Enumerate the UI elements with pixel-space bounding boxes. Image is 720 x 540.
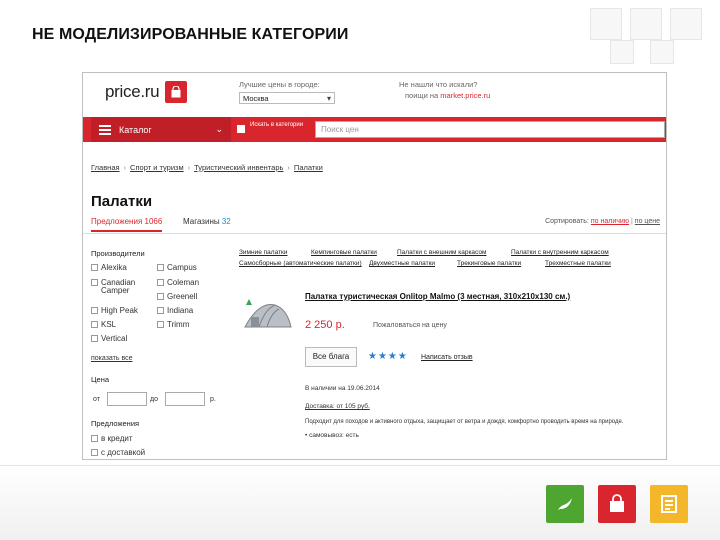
checkbox[interactable] xyxy=(157,293,164,300)
green-nav-button[interactable] xyxy=(546,485,584,523)
credit-filter[interactable]: в кредит xyxy=(91,435,133,443)
breadcrumb-item[interactable]: Главная xyxy=(91,163,120,172)
menu-icon xyxy=(99,123,111,137)
leaf-icon xyxy=(558,498,572,510)
breadcrumb-item[interactable]: Палатки xyxy=(294,163,323,172)
product-title-link[interactable]: Палатка туристическая Onlitop Malmo (3 м… xyxy=(305,292,570,301)
red-nav-button[interactable] xyxy=(598,485,636,523)
not-found-block: Не нашли что искали? поищи на market.pri… xyxy=(399,79,490,101)
show-all-brands-link[interactable]: показать все xyxy=(91,355,133,362)
checkbox[interactable] xyxy=(157,307,164,314)
pickup-info: • самовывоз: есть xyxy=(305,432,359,439)
rating-stars: ★★★★ xyxy=(368,351,408,362)
price-to-input[interactable] xyxy=(165,392,205,406)
city-block: Лучшие цены в городе: Москва xyxy=(239,79,335,104)
shopping-bag-icon xyxy=(165,81,188,103)
brand-filter[interactable]: Greenell xyxy=(157,293,197,301)
site-logo[interactable]: price.ru xyxy=(105,81,188,103)
category-link[interactable]: Двухместные палатки xyxy=(369,260,435,267)
brand-filter[interactable]: KSL xyxy=(91,321,116,329)
write-review-link[interactable]: Написать отзыв xyxy=(421,354,473,361)
sort-control: Сортировать: по наличию | по цене xyxy=(545,218,660,225)
website-screenshot: price.ru Лучшие цены в городе: Москва Не… xyxy=(82,72,667,460)
brand-filter[interactable]: High Peak xyxy=(91,307,138,315)
category-link[interactable]: Палатки с внешним каркасом xyxy=(397,249,486,256)
availability-text: В наличии на 19.06.2014 xyxy=(305,385,380,392)
category-link[interactable]: Палатки с внутренним каркасом xyxy=(511,249,609,256)
checkbox[interactable] xyxy=(91,264,98,271)
tab-shops[interactable]: Магазины 32 xyxy=(183,217,231,226)
search-input[interactable]: Поиск цен xyxy=(315,121,665,138)
category-link[interactable]: Кемпинговые палатки xyxy=(311,249,377,256)
checkbox[interactable] xyxy=(157,321,164,328)
checkbox[interactable] xyxy=(91,335,98,342)
price-from-input[interactable] xyxy=(107,392,147,406)
category-search-checkbox[interactable] xyxy=(237,125,245,133)
sort-label: Сортировать: xyxy=(545,218,589,225)
slide-title: НЕ МОДЕЛИЗИРОВАННЫЕ КАТЕГОРИИ xyxy=(32,26,349,43)
brand-filter[interactable]: Alexika xyxy=(91,264,127,272)
brand-filter[interactable]: Campus xyxy=(157,264,197,272)
checkbox[interactable] xyxy=(91,449,98,456)
document-icon xyxy=(661,495,677,513)
checkbox[interactable] xyxy=(91,435,98,442)
brand-filter[interactable]: Vertical xyxy=(91,335,127,343)
market-link[interactable]: market.price.ru xyxy=(440,91,490,100)
catalog-button[interactable]: Каталог ⌄ xyxy=(91,117,231,142)
product-description: Подходит для походов и активного отдыха,… xyxy=(305,419,624,425)
price-to-label: до xyxy=(150,396,158,403)
delivery-filter[interactable]: с доставкой xyxy=(91,449,145,457)
slide: НЕ МОДЕЛИЗИРОВАННЫЕ КАТЕГОРИИ price.ru Л… xyxy=(0,0,720,540)
category-link[interactable]: Трехместные палатки xyxy=(545,260,611,267)
checkbox[interactable] xyxy=(91,279,98,286)
yellow-nav-button[interactable] xyxy=(650,485,688,523)
offers-filter-heading: Предложения xyxy=(91,419,140,428)
search-on-label: поищи на xyxy=(405,91,439,100)
city-select[interactable]: Москва xyxy=(239,92,335,104)
logo-text: price.ru xyxy=(105,82,160,101)
promo-badge-icon xyxy=(246,299,252,305)
chevron-down-icon: ⌄ xyxy=(215,124,223,134)
manufacturers-heading: Производители xyxy=(91,249,145,258)
breadcrumb: Главная › Спорт и туризм › Туристический инв… xyxy=(91,163,323,172)
brand-filter[interactable]: Coleman xyxy=(157,279,199,287)
shopping-bag-icon xyxy=(610,494,624,512)
category-link[interactable]: Самосборные (автоматические палатки) xyxy=(239,260,362,267)
sort-by-availability[interactable]: по наличию xyxy=(591,218,629,225)
tab-offers[interactable]: Предложения 1066 xyxy=(91,217,163,232)
page-title: Палатки xyxy=(91,193,153,210)
tent-image[interactable] xyxy=(239,295,297,333)
divider xyxy=(83,233,666,234)
checkbox[interactable] xyxy=(91,307,98,314)
sort-by-price[interactable]: по цене xyxy=(635,218,660,225)
tab-offers-count: 1066 xyxy=(144,217,163,226)
price-from-label: от xyxy=(93,396,100,403)
delivery-link[interactable]: Доставка: от 105 руб. xyxy=(305,403,370,410)
decorative-squares xyxy=(570,0,720,70)
checkbox[interactable] xyxy=(157,279,164,286)
category-link[interactable]: Трекинговые палатки xyxy=(457,260,521,267)
nav-bar: Каталог ⌄ Искать в категории Поиск цен xyxy=(83,117,666,142)
product-price: 2 250 р. xyxy=(305,319,345,331)
all-offers-button[interactable]: Все блага xyxy=(305,347,357,367)
currency-label: р. xyxy=(210,396,216,403)
tab-offers-label: Предложения xyxy=(91,217,143,226)
brand-filter[interactable]: Trimm xyxy=(157,321,189,329)
breadcrumb-item[interactable]: Туристический инвентарь xyxy=(194,163,283,172)
tab-shops-label: Магазины xyxy=(183,217,220,226)
checkbox[interactable] xyxy=(91,321,98,328)
complain-link[interactable]: Пожаловаться на цену xyxy=(373,322,447,329)
brand-filter[interactable]: Canadian Camper xyxy=(91,279,151,295)
category-search-label: Искать в категории xyxy=(250,122,304,128)
city-label: Лучшие цены в городе: xyxy=(239,80,320,89)
breadcrumb-item[interactable]: Спорт и туризм xyxy=(130,163,184,172)
not-found-label: Не нашли что искали? xyxy=(399,80,478,89)
price-heading: Цена xyxy=(91,375,110,384)
checkbox[interactable] xyxy=(157,264,164,271)
category-link[interactable]: Зимние палатки xyxy=(239,249,288,256)
catalog-label: Каталог xyxy=(119,124,152,135)
brand-filter[interactable]: Indiana xyxy=(157,307,193,315)
tab-shops-count: 32 xyxy=(221,217,231,226)
